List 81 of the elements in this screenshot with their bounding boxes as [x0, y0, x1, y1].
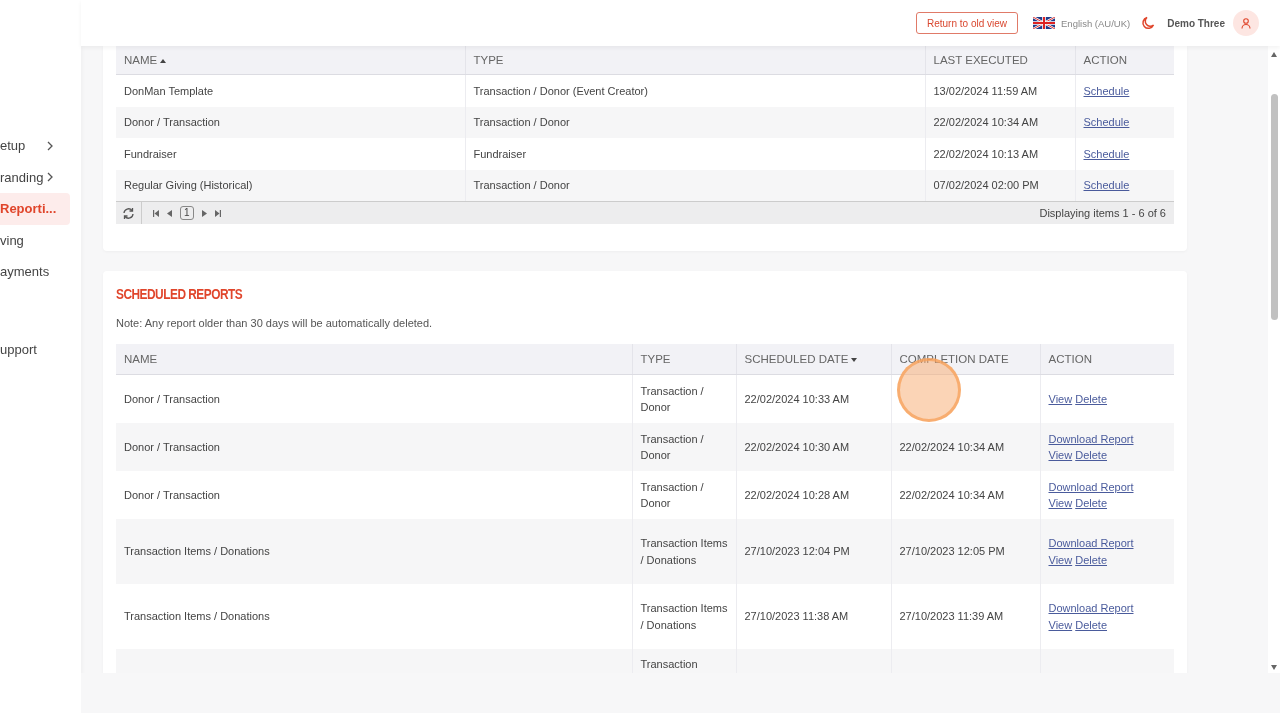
table-cell: 22/02/2024 10:34 AM [925, 106, 1075, 138]
table-cell: 27/10/2023 12:04 PM [744, 545, 850, 558]
table-cell: Transaction Items / Donations [640, 537, 728, 566]
table-cell: 22/02/2024 10:28 AM [744, 488, 850, 501]
view-link[interactable]: View [1048, 618, 1073, 631]
table-cell: 13/02/2024 11:59 AM [925, 74, 1075, 107]
sidebar-item[interactable]: ayments [0, 256, 70, 288]
table-cell: 27/10/2023 11:38 AM [744, 610, 849, 623]
last-page-icon[interactable] [214, 209, 221, 217]
schedule-link[interactable]: Schedule [1083, 147, 1130, 160]
table-cell: 22/02/2024 10:30 AM [744, 440, 850, 453]
scrollbar[interactable] [1268, 46, 1280, 673]
table-cell: 22/02/2024 10:34 AM [899, 440, 1005, 453]
note-text: Note: Any report older than 30 days will be automatically deleted. [116, 317, 434, 329]
table-cell: Fundraiser [465, 138, 925, 170]
sidebar-item[interactable]: ving [0, 224, 70, 256]
table-cell: Transaction / Donor [640, 480, 704, 509]
moon-icon[interactable] [1141, 16, 1156, 30]
table-cell: 22/02/2024 10:13 AM [925, 138, 1075, 170]
delete-link[interactable]: Delete [1075, 497, 1107, 509]
table-cell: 22/02/2024 10:34 AM [899, 488, 1005, 501]
download-report-link[interactable]: Download Report [1048, 480, 1134, 493]
delete-link[interactable]: Delete [1075, 618, 1107, 631]
table-cell: Fundraiser [116, 138, 465, 170]
table-cell: Transaction / Donor [465, 169, 925, 201]
table-cell: 22/02/2024 10:33 AM [744, 392, 850, 405]
column-header[interactable]: TYPE [465, 46, 925, 75]
sidebar-item[interactable]: etup [0, 130, 70, 162]
column-header[interactable]: LAST EXECUTED [925, 46, 1075, 75]
table-cell: Transaction Items / Donations [124, 545, 270, 558]
view-link[interactable]: View [1048, 553, 1073, 566]
delete-link[interactable]: Delete [1075, 392, 1107, 405]
view-link[interactable]: View [1048, 497, 1073, 509]
return-to-old-view-button[interactable]: Return to old view [916, 12, 1019, 34]
column-header[interactable]: SCHEDULED DATE [736, 344, 891, 375]
column-header[interactable]: ACTION [1075, 46, 1174, 75]
view-link[interactable]: View [1048, 449, 1073, 461]
table-cell: 27/10/2023 11:39 AM [899, 610, 1004, 623]
table-cell: Regular Giving (Historical) [116, 169, 465, 201]
table-cell: Transaction / Donor (Event Creator) [465, 74, 925, 107]
next-page-icon[interactable] [201, 209, 207, 217]
table-cell: 27/10/2023 12:05 PM [899, 545, 1005, 558]
table-cell: Transaction / Donor [465, 106, 925, 138]
pager-summary: Displaying items 1 - 6 of 6 [1039, 207, 1166, 219]
sidebar-item[interactable]: randing [0, 161, 70, 193]
table-cell: Donor / Transaction [124, 488, 220, 501]
schedule-link[interactable]: Schedule [1083, 116, 1130, 129]
page-number[interactable]: 1 [180, 206, 194, 220]
first-page-icon[interactable] [153, 209, 159, 217]
section-title: SCHEDULED REPORTS [116, 285, 244, 303]
column-header[interactable]: NAME [116, 46, 465, 75]
user-name: Demo Three [1167, 17, 1225, 29]
delete-link[interactable]: Delete [1075, 553, 1107, 566]
table-cell: Transaction / Donor [640, 432, 704, 461]
sidebar-item[interactable]: upport [0, 333, 70, 365]
table-cell: Donor / Transaction [124, 440, 220, 453]
refresh-icon[interactable] [122, 206, 135, 220]
table-cell: Transaction Items / Donations [124, 610, 270, 623]
table-cell: Donor / Transaction [116, 106, 465, 138]
avatar-icon[interactable] [1233, 10, 1259, 36]
table-cell: 07/02/2024 02:00 PM [925, 169, 1075, 201]
download-report-link[interactable]: Download Report [1048, 432, 1134, 445]
sidebar-item[interactable]: Reporti... [0, 193, 70, 225]
table-cell: Transaction [640, 658, 698, 670]
delete-link[interactable]: Delete [1075, 449, 1107, 461]
download-report-link[interactable]: Download Report [1048, 602, 1134, 614]
column-header[interactable]: COMPLETION DATE [891, 344, 1040, 375]
table-cell: Transaction / Donor [640, 384, 704, 413]
column-header[interactable]: NAME [116, 344, 632, 375]
column-header[interactable]: TYPE [632, 344, 736, 375]
view-link[interactable]: View [1048, 392, 1073, 405]
table-cell: Donor / Transaction [124, 392, 220, 405]
schedule-link[interactable]: Schedule [1083, 179, 1130, 192]
language-selector[interactable]: English (AU/UK) [1033, 17, 1131, 29]
table-cell: Transaction Items / Donations [640, 602, 728, 631]
flag-icon [1033, 17, 1056, 29]
previous-page-icon[interactable] [167, 209, 172, 217]
download-report-link[interactable]: Download Report [1048, 537, 1134, 549]
column-header[interactable]: ACTION [1040, 344, 1174, 375]
table-cell: DonMan Template [116, 74, 465, 107]
schedule-link[interactable]: Schedule [1083, 84, 1130, 97]
